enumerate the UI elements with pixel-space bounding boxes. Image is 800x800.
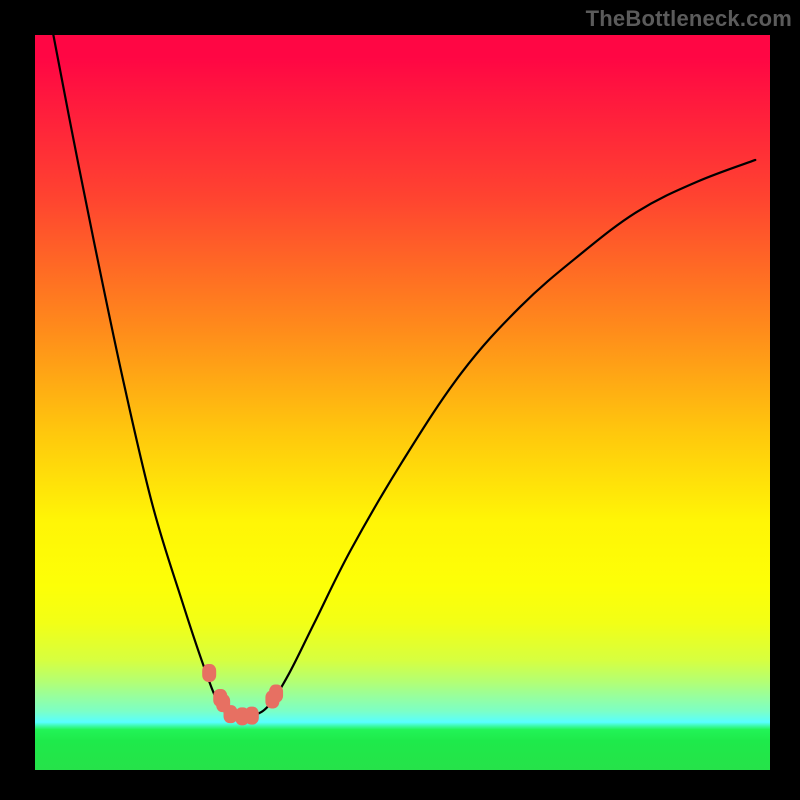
chart-svg — [35, 35, 770, 770]
highlight-point — [202, 664, 216, 682]
highlight-point — [269, 685, 283, 703]
chart-frame: TheBottleneck.com — [0, 0, 800, 800]
markers-layer — [202, 664, 283, 725]
curve-layer — [53, 35, 755, 717]
bottleneck-curve — [53, 35, 755, 717]
watermark-text: TheBottleneck.com — [586, 6, 792, 32]
highlight-point — [245, 707, 259, 725]
